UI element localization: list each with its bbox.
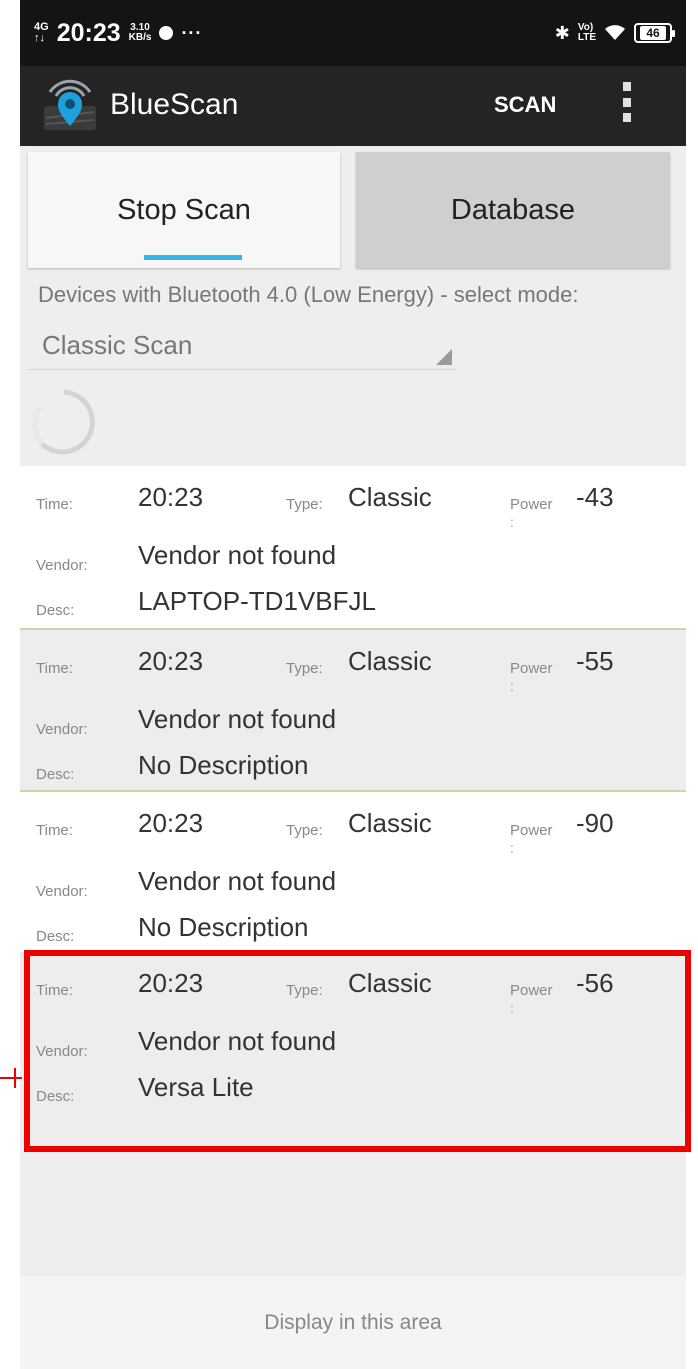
overflow-dot — [623, 113, 631, 122]
device-vendor: Vendor not found — [138, 866, 337, 896]
highlight-box — [24, 950, 691, 1152]
more-notifications: ··· — [181, 22, 203, 43]
battery-icon: 46 — [634, 23, 675, 43]
ad-banner[interactable]: Display in this area — [20, 1276, 686, 1369]
overflow-dot — [623, 97, 631, 107]
desc-label: Desc: — [36, 928, 75, 945]
power-label-colon: : — [510, 678, 514, 694]
device-power: -55 — [576, 646, 614, 676]
device-row[interactable]: Time: 20:23 Type: Classic Power : -90 Ve… — [20, 790, 686, 952]
vendor-label: Vendor: — [36, 883, 88, 900]
tab-selected-indicator — [144, 255, 242, 260]
scan-mode-value: Classic Scan — [42, 330, 193, 360]
desc-label: Desc: — [36, 602, 75, 619]
type-label: Type: — [286, 660, 323, 677]
signal-icon: 4G ↑↓ — [34, 22, 49, 44]
time-label: Time: — [36, 496, 73, 513]
desc-label: Desc: — [36, 766, 75, 783]
annotation-marker-line — [0, 1077, 22, 1079]
tab-stop-scan-label: Stop Scan — [117, 193, 251, 226]
device-vendor: Vendor not found — [138, 704, 337, 734]
device-row[interactable]: Time: 20:23 Type: Classic Power : -55 Ve… — [20, 628, 686, 790]
scan-mode-dropdown[interactable]: Classic Scan — [28, 326, 456, 370]
action-bar: BlueScan SCAN — [20, 66, 686, 146]
overflow-menu-icon[interactable] — [621, 82, 633, 122]
volte-bottom: LTE — [577, 32, 596, 43]
chat-icon — [159, 26, 174, 40]
device-desc: No Description — [138, 912, 309, 942]
status-time: 20:23 — [56, 18, 121, 47]
dropdown-arrow-icon — [436, 349, 452, 365]
tab-database-label: Database — [450, 193, 576, 226]
device-time: 20:23 — [138, 482, 204, 512]
main-content: Stop Scan Database Devices with Bluetoot… — [20, 146, 686, 1369]
vendor-label: Vendor: — [36, 721, 88, 738]
tab-database[interactable]: Database — [356, 152, 670, 268]
annotation-marker-tick — [14, 1068, 16, 1088]
device-desc: LAPTOP-TD1VBFJL — [138, 586, 376, 616]
loading-spinner-icon — [32, 389, 95, 455]
speed-unit: KB/s — [128, 32, 152, 43]
type-label: Type: — [286, 822, 323, 839]
time-label: Time: — [36, 822, 73, 839]
device-time: 20:23 — [138, 808, 204, 838]
overflow-dot — [623, 82, 631, 91]
power-label: Power — [510, 496, 553, 513]
device-power: -43 — [576, 482, 614, 512]
scan-button[interactable]: SCAN — [494, 92, 556, 118]
app-title: BlueScan — [110, 88, 239, 121]
device-type: Classic — [348, 482, 432, 512]
status-bar: 4G ↑↓ 20:23 3.10 KB/s ··· ✱ Vo) LTE 46 — [20, 0, 686, 66]
vendor-label: Vendor: — [36, 557, 88, 574]
device-power: -90 — [576, 808, 614, 838]
tab-stop-scan[interactable]: Stop Scan — [28, 152, 340, 268]
device-row[interactable]: Time: 20:23 Type: Classic Power : -43 Ve… — [20, 466, 686, 628]
mode-label: Devices with Bluetooth 4.0 (Low Energy) … — [38, 282, 579, 307]
device-type: Classic — [348, 808, 432, 838]
tab-bar: Stop Scan Database — [20, 146, 686, 272]
power-label: Power — [510, 660, 553, 677]
power-label: Power — [510, 822, 553, 839]
power-label-colon: : — [510, 514, 514, 530]
wifi-icon — [605, 25, 625, 40]
device-desc: No Description — [138, 750, 309, 780]
volte-indicator: Vo) LTE — [578, 23, 596, 43]
power-label-colon: : — [510, 840, 514, 856]
device-time: 20:23 — [138, 646, 204, 676]
time-label: Time: — [36, 660, 73, 677]
network-speed: 3.10 KB/s — [129, 23, 152, 43]
device-vendor: Vendor not found — [138, 540, 337, 570]
ad-banner-text: Display in this area — [264, 1310, 442, 1334]
network-activity: ↑↓ — [34, 32, 45, 44]
type-label: Type: — [286, 496, 323, 513]
battery-level: 46 — [640, 26, 666, 40]
app-logo-icon — [44, 79, 96, 130]
bluetooth-icon: ✱ — [554, 22, 570, 43]
device-type: Classic — [348, 646, 432, 676]
